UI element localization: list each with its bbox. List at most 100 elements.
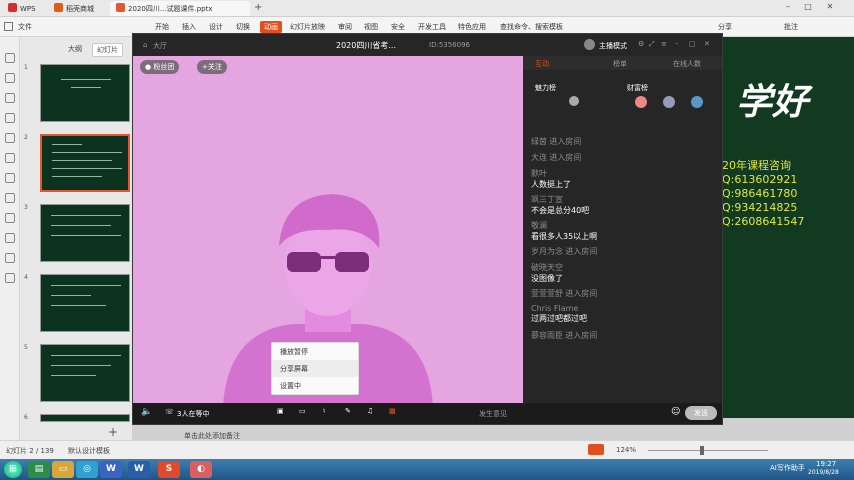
close-icon[interactable]: ✕ bbox=[704, 40, 710, 48]
menu-animation[interactable]: 动画 bbox=[260, 21, 282, 33]
menu-file[interactable]: 文件 bbox=[18, 22, 32, 32]
slide-thumb-5[interactable] bbox=[40, 344, 130, 402]
wps-writer-icon[interactable]: W bbox=[100, 461, 122, 478]
tab-interact[interactable]: 互动 bbox=[535, 59, 549, 69]
menu-developer[interactable]: 开发工具 bbox=[418, 22, 446, 32]
tool-icon[interactable] bbox=[5, 153, 15, 163]
rank-avatar[interactable] bbox=[569, 96, 579, 106]
menu-review[interactable]: 审阅 bbox=[338, 22, 352, 32]
rank-avatar[interactable] bbox=[635, 96, 647, 108]
home-icon[interactable]: ⌂ bbox=[143, 41, 147, 49]
tab-online[interactable]: 在线人数 bbox=[673, 59, 701, 69]
add-slide-button[interactable]: + bbox=[108, 425, 118, 439]
menu-item-share-screen[interactable]: 分享屏幕 bbox=[272, 360, 358, 377]
chat-panel: 互动 榜单 在线人数 魅力榜 财富榜 绿茵 进入房间 大连 进入房间 默叶 人数挺… bbox=[523, 56, 722, 403]
room-id: ID:5356096 bbox=[429, 41, 470, 49]
new-tab-icon[interactable]: + bbox=[254, 2, 262, 13]
video-area[interactable]: ● 粉丝团 +关注 播放暂停 分享屏幕 设置中 bbox=[133, 56, 523, 403]
app-icon[interactable]: ◎ bbox=[76, 461, 98, 478]
slide-thumb-3[interactable] bbox=[40, 204, 130, 262]
zoom-handle[interactable] bbox=[700, 446, 704, 455]
close-icon[interactable]: ✕ bbox=[822, 2, 838, 14]
share-button[interactable]: 分享 bbox=[718, 22, 732, 32]
user-avatar[interactable] bbox=[584, 39, 595, 50]
menu-design[interactable]: 设计 bbox=[209, 22, 223, 32]
folder-icon[interactable]: ▭ bbox=[52, 461, 74, 478]
host-name-pill[interactable]: ● 粉丝团 bbox=[140, 60, 180, 74]
maximize-icon[interactable]: □ bbox=[800, 2, 816, 14]
comment-button[interactable]: 批注 bbox=[784, 22, 798, 32]
minimize-icon[interactable]: – bbox=[780, 2, 796, 14]
menu-icon[interactable]: ≡ bbox=[661, 40, 667, 48]
play-icon[interactable] bbox=[588, 444, 604, 455]
gift-icon[interactable]: ▩ bbox=[389, 407, 396, 415]
chat-line: 敬澜 看很多人35以上啊 bbox=[531, 221, 598, 241]
menu-security[interactable]: 安全 bbox=[391, 22, 405, 32]
tab-wps[interactable]: WPS bbox=[2, 1, 42, 16]
minimize-icon[interactable]: – bbox=[675, 39, 679, 47]
emoji-icon[interactable]: ☺ bbox=[671, 407, 680, 417]
tool-icon[interactable] bbox=[5, 233, 15, 243]
tool-icon[interactable] bbox=[5, 133, 15, 143]
phone-icon[interactable]: ☏ bbox=[165, 408, 174, 416]
context-menu: 播放暂停 分享屏幕 设置中 bbox=[271, 342, 359, 395]
tool-icon[interactable] bbox=[5, 53, 15, 63]
music-icon[interactable]: ♫ bbox=[367, 407, 373, 415]
rank-avatar[interactable] bbox=[663, 96, 675, 108]
tab-document[interactable]: 2020四川...试题课件.pptx bbox=[110, 1, 250, 16]
tool-icon[interactable] bbox=[5, 173, 15, 183]
rank-avatar[interactable] bbox=[691, 96, 703, 108]
sogou-icon[interactable]: S bbox=[158, 461, 180, 478]
word-icon[interactable]: W bbox=[128, 461, 150, 478]
settings-icon[interactable]: ⚙ bbox=[638, 40, 644, 48]
slide-thumb-6[interactable] bbox=[40, 414, 130, 422]
menu-item-play-pause[interactable]: 播放暂停 bbox=[272, 343, 358, 360]
tab-rank[interactable]: 榜单 bbox=[613, 59, 627, 69]
tool-icon[interactable] bbox=[5, 113, 15, 123]
follow-button[interactable]: +关注 bbox=[197, 60, 227, 74]
slide-thumb-4[interactable] bbox=[40, 274, 130, 332]
app-icon[interactable]: ▤ bbox=[28, 461, 50, 478]
menu-features[interactable]: 特色应用 bbox=[458, 22, 486, 32]
tool-icon[interactable] bbox=[5, 213, 15, 223]
tab-docer[interactable]: 稻壳商城 bbox=[48, 1, 100, 16]
camera-icon[interactable]: ▣ bbox=[277, 407, 284, 415]
start-icon[interactable]: ⊞ bbox=[4, 461, 22, 478]
tab-outline[interactable]: 大纲 bbox=[64, 43, 86, 55]
tool-icon[interactable] bbox=[5, 193, 15, 203]
tool-icon[interactable] bbox=[5, 73, 15, 83]
edit-icon[interactable]: ✎ bbox=[345, 407, 351, 415]
feedback-link[interactable]: 发生意见 bbox=[479, 409, 507, 419]
tool-icon[interactable] bbox=[5, 273, 15, 283]
mic-icon[interactable]: ♮ bbox=[323, 407, 326, 415]
expand-icon[interactable]: ⤢ bbox=[649, 40, 655, 49]
chat-line: 飒三丁宣 不会是总分40吧 bbox=[531, 195, 590, 215]
menu-transition[interactable]: 切换 bbox=[236, 22, 250, 32]
slide-thumb-2[interactable] bbox=[40, 134, 130, 192]
tool-icon[interactable] bbox=[5, 93, 15, 103]
app-icon[interactable]: ◐ bbox=[190, 461, 212, 478]
maximize-icon[interactable]: □ bbox=[689, 40, 696, 48]
zoom-level[interactable]: 124% bbox=[616, 446, 636, 454]
menu-insert[interactable]: 插入 bbox=[182, 22, 196, 32]
lobby-link[interactable]: 大厅 bbox=[153, 41, 167, 51]
menu-home[interactable]: 开始 bbox=[155, 22, 169, 32]
tab-slides[interactable]: 幻灯片 bbox=[92, 43, 123, 57]
tool-icon[interactable] bbox=[5, 253, 15, 263]
menu-view[interactable]: 视图 bbox=[364, 22, 378, 32]
menu-item-settings[interactable]: 设置中 bbox=[272, 377, 358, 394]
volume-icon[interactable]: 🔈 bbox=[141, 407, 152, 417]
zoom-slider[interactable] bbox=[648, 450, 768, 451]
menu-slideshow[interactable]: 幻灯片放映 bbox=[290, 22, 325, 32]
screen-share-icon[interactable]: ▭ bbox=[299, 407, 306, 415]
slide-canvas[interactable]: 学好 抽奖 20年课程咨询 Q:613602921 Q:986461780 Q:… bbox=[694, 37, 854, 418]
send-button[interactable]: 发送 bbox=[685, 406, 717, 420]
slide-thumb-1[interactable] bbox=[40, 64, 130, 122]
live-title: 2020四川省考... bbox=[336, 41, 396, 50]
notes-placeholder[interactable]: 单击此处添加备注 bbox=[184, 431, 240, 441]
command-search[interactable]: 查找命令、搜索模板 bbox=[500, 22, 563, 32]
ai-writing-link[interactable]: AI写作助手 bbox=[770, 463, 805, 473]
host-mode-label[interactable]: 主播模式 bbox=[599, 41, 627, 51]
menu-icon[interactable] bbox=[4, 22, 13, 31]
slide-panel: 大纲 幻灯片 1 2 3 4 5 6 + bbox=[20, 37, 132, 440]
